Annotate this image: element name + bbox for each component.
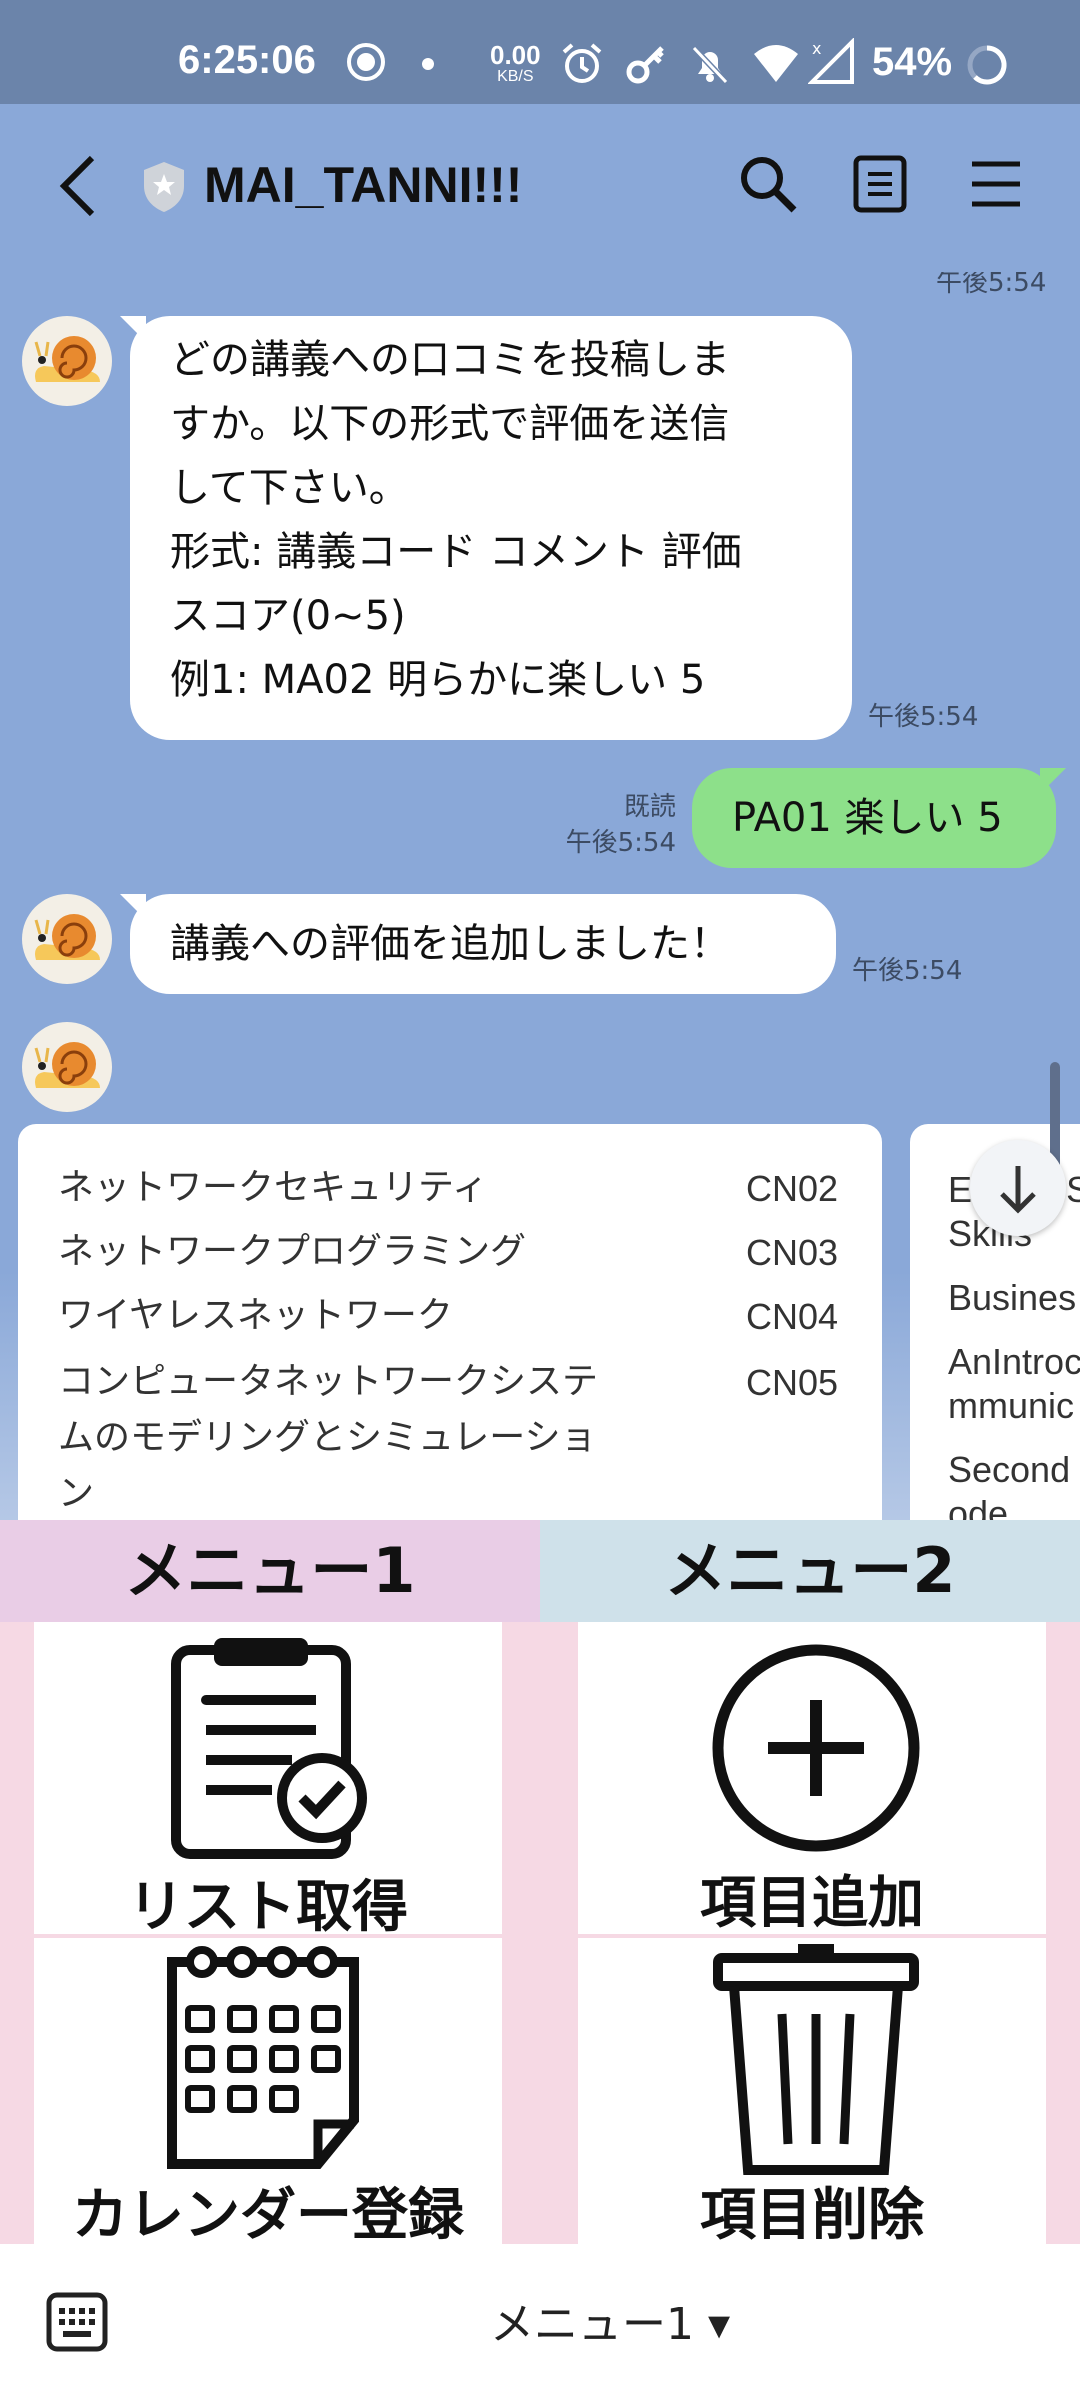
- search-icon[interactable]: [738, 154, 798, 214]
- course-name[interactable]: Second: [948, 1448, 1080, 1492]
- message-timestamp: 午後5:54: [565, 828, 676, 858]
- message-line: どの講義への口コミを投稿しま: [170, 337, 730, 383]
- notifications-off-icon: [691, 45, 729, 85]
- calendar-icon: [167, 1946, 359, 2169]
- course-name[interactable]: ode: [948, 1492, 1080, 1520]
- bot-avatar[interactable]: [22, 1022, 112, 1112]
- net-speed: 0.00 KB/S: [490, 42, 541, 88]
- battery-ring-icon: [967, 45, 1007, 85]
- rich-menu-item-delete[interactable]: 項目削除: [578, 1938, 1046, 2244]
- net-speed-unit: KB/S: [497, 68, 534, 85]
- rich-menu-item-list[interactable]: リスト取得: [34, 1622, 502, 1940]
- course-name[interactable]: AnIntroc: [948, 1340, 1080, 1384]
- rich-menu-tab-2[interactable]: メニュー2: [540, 1520, 1080, 1622]
- chat-header: MAI_TANNI!!!: [0, 104, 1080, 272]
- message-line: して下さい。: [170, 465, 409, 511]
- rich-menu-item-calendar[interactable]: カレンダー登録: [34, 1938, 502, 2244]
- message-text: 講義への評価を追加しました！: [170, 921, 730, 967]
- course-code: CN02: [746, 1168, 839, 1209]
- course-list-card[interactable]: ネットワークセキュリティ CN02 ネットワークプログラミング CN03 ワイヤ…: [18, 1124, 882, 1520]
- rich-menu-item-add[interactable]: 項目追加: [578, 1622, 1046, 1936]
- bot-message-bubble[interactable]: 講義への評価を追加しました！: [130, 894, 836, 994]
- rich-menu-label: 項目追加: [700, 1871, 924, 1936]
- key-icon: [626, 46, 664, 84]
- course-name[interactable]: ネットワークセキュリティ: [58, 1160, 488, 1216]
- read-receipt: 既読: [623, 792, 676, 822]
- bot-avatar[interactable]: [22, 316, 112, 406]
- keyboard-icon[interactable]: [46, 2292, 108, 2352]
- message-line: 例1: MA02 明らかに楽しい 5: [170, 657, 706, 703]
- course-name[interactable]: Busines: [948, 1276, 1080, 1320]
- record-icon: [347, 43, 385, 81]
- bot-message-bubble[interactable]: どの講義への口コミを投稿しま すか。以下の形式で評価を送信 して下さい。 形式:…: [130, 316, 852, 740]
- rich-menu-label: カレンダー登録: [72, 2183, 464, 2244]
- menu-icon[interactable]: [970, 160, 1022, 208]
- status-bar: 6:25:06 0.00 KB/S x 54%: [0, 0, 1080, 104]
- course-name[interactable]: ネットワークプログラミング: [58, 1224, 526, 1280]
- clipboard-check-icon: [171, 1638, 367, 1859]
- course-name[interactable]: ワイヤレスネットワーク: [58, 1288, 453, 1344]
- status-time: 6:25:06: [178, 38, 316, 82]
- message-line: 形式: 講義コード コメント 評価: [170, 529, 742, 575]
- rich-menu-label: リスト取得: [128, 1875, 408, 1940]
- bot-avatar[interactable]: [22, 894, 112, 984]
- course-code: CN05: [746, 1362, 839, 1403]
- message-timestamp: 午後5:54: [868, 702, 979, 732]
- course-code: CN04: [746, 1296, 839, 1337]
- alarm-icon: [562, 43, 602, 83]
- arrow-down-icon: [1000, 1166, 1036, 1214]
- top-timestamp: 午後5:54: [936, 272, 1047, 298]
- course-code: CN03: [746, 1232, 839, 1273]
- course-name-line: コンピュータネットワークシステ: [58, 1361, 599, 1402]
- chat-title: MAI_TANNI!!!: [204, 157, 523, 213]
- wifi-icon: [754, 45, 798, 82]
- message-timestamp: 午後5:54: [852, 956, 963, 986]
- chat-area[interactable]: 午後5:54 どの講義への口コミを投稿しま すか。以下の形式で評価を送信 して下…: [0, 272, 1080, 1520]
- rich-menu-toggle[interactable]: メニュー1 ▾: [490, 2288, 730, 2352]
- dot-icon: [422, 58, 434, 70]
- svg-text:x: x: [812, 39, 821, 58]
- battery-level: 54%: [872, 40, 953, 84]
- shield-badge-icon: [144, 162, 184, 212]
- my-message-bubble[interactable]: PA01 楽しい 5: [692, 768, 1056, 868]
- course-name[interactable]: mmunic: [948, 1384, 1080, 1428]
- message-text: PA01 楽しい 5: [732, 795, 1003, 841]
- course-name-line: ン: [58, 1473, 95, 1514]
- rich-menu: メニュー1 メニュー2 リスト取得 項目追加 カレンダー登録 項目削除: [0, 1520, 1080, 2244]
- rich-menu-tab-1[interactable]: メニュー1: [0, 1520, 540, 1622]
- signal-icon: x: [808, 38, 854, 84]
- rich-menu-label: 項目削除: [700, 2183, 924, 2244]
- snail-icon: [34, 1042, 100, 1088]
- bottom-bar: メニュー1 ▾: [0, 2244, 1080, 2400]
- trash-icon: [713, 1944, 919, 2175]
- snail-icon: [34, 914, 100, 960]
- snail-icon: [34, 336, 100, 382]
- course-name[interactable]: コンピュータネットワークシステ ムのモデリングとシミュレーショ ン: [58, 1354, 678, 1520]
- back-icon[interactable]: [56, 152, 100, 220]
- course-name-line: ムのモデリングとシミュレーショ: [58, 1417, 597, 1458]
- notes-icon[interactable]: [852, 154, 908, 214]
- plus-circle-icon: [712, 1644, 920, 1852]
- scroll-to-bottom-button[interactable]: [970, 1140, 1066, 1236]
- message-line: すか。以下の形式で評価を送信: [170, 401, 730, 447]
- message-line: スコア(0~5): [170, 593, 406, 639]
